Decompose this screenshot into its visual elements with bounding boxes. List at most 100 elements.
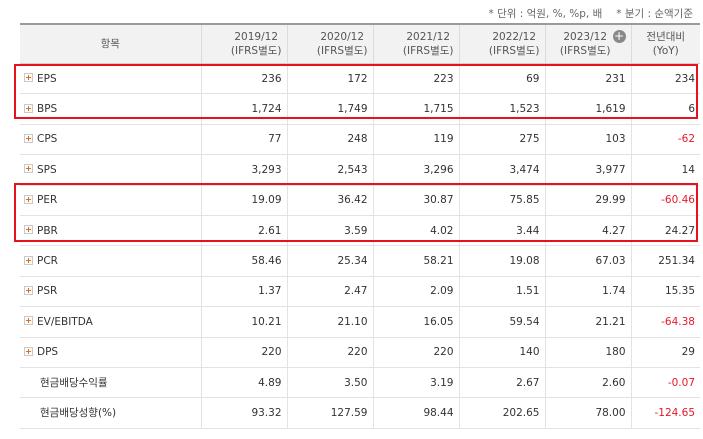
value-cell-2022: 69 (458, 63, 545, 95)
value-cell-2022: 75.85 (458, 184, 545, 216)
value-cell-2022: 202.65 (458, 397, 545, 429)
value-cell-2019: 93.32 (200, 397, 287, 429)
value-cell-2023: 21.21 (544, 306, 631, 338)
value-cell-2023: 1,619 (544, 93, 631, 125)
table-row: 현금배당수익률 4.89 3.50 3.19 2.67 2.60 -0.07 (20, 367, 700, 399)
row-label: EPS (37, 72, 57, 85)
value-cell-2021: 16.05 (372, 306, 459, 338)
value-cell-2022: 3.44 (458, 215, 545, 247)
table-notes: * 단위 : 억원, %, %p, 배 * 분기 : 순액기준 (488, 6, 693, 20)
table-row: EV/EBITDA 10.21 21.10 16.05 59.54 21.21 -64.38 (20, 306, 700, 338)
yoy-cell: -124.65 (630, 397, 700, 429)
row-label: SPS (37, 163, 57, 176)
table-row: DPS 220 220 220 140 180 29 (20, 337, 700, 368)
table-row: 현금배당성향(%) 93.32 127.59 98.44 202.65 78.00 -124… (20, 397, 700, 429)
yoy-cell: 14 (630, 154, 700, 186)
yoy-cell: -0.07 (630, 367, 700, 399)
value-cell-2019: 10.21 (200, 306, 287, 338)
value-cell-2021: 58.21 (372, 245, 459, 277)
yoy-cell: 15.35 (630, 276, 700, 308)
expand-plus-icon[interactable] (24, 73, 33, 83)
row-label-cell[interactable]: SPS (20, 154, 201, 186)
yoy-cell: -62 (630, 123, 700, 156)
expand-plus-icon[interactable] (24, 255, 33, 265)
expand-plus-icon[interactable] (24, 133, 33, 143)
value-cell-2021: 4.02 (372, 215, 459, 247)
value-cell-2020: 172 (286, 63, 373, 95)
yoy-cell: 6 (630, 93, 700, 125)
value-cell-2019: 19.09 (200, 184, 287, 216)
value-cell-2020: 3.59 (286, 215, 373, 247)
expand-plus-icon[interactable] (24, 194, 33, 204)
header-year-2019: 2019/12 (IFRS별도) (200, 23, 287, 64)
row-label-cell: 현금배당성향(%) (20, 397, 201, 429)
unit-note: * 단위 : 억원, %, %p, 배 (488, 8, 603, 20)
row-label-cell[interactable]: EPS (20, 63, 201, 95)
expand-plus-icon[interactable] (24, 346, 33, 356)
value-cell-2023: 180 (544, 337, 631, 368)
value-cell-2019: 1.37 (200, 276, 287, 308)
expand-plus-icon[interactable] (24, 225, 33, 235)
value-cell-2019: 236 (200, 63, 287, 95)
row-label-cell[interactable]: PCR (20, 245, 201, 277)
value-cell-2019: 1,724 (200, 93, 287, 125)
table-row: PBR 2.61 3.59 4.02 3.44 4.27 24.27 (20, 215, 700, 247)
value-cell-2022: 3,474 (458, 154, 545, 186)
value-cell-2019: 2.61 (200, 215, 287, 247)
value-cell-2023: 29.99 (544, 184, 631, 216)
row-label: PER (37, 194, 58, 207)
header-year-2023: 2023/12 (IFRS별도) + (544, 23, 631, 64)
value-cell-2022: 59.54 (458, 306, 545, 338)
row-label: PSR (37, 285, 58, 298)
row-label: 현금배당수익률 (40, 377, 108, 390)
row-label: CPS (37, 133, 58, 146)
value-cell-2023: 231 (544, 63, 631, 95)
table-row: PER 19.09 36.42 30.87 75.85 29.99 -60.46 (20, 184, 700, 216)
row-label-cell[interactable]: PER (20, 184, 201, 216)
row-label-cell[interactable]: PBR (20, 215, 201, 247)
expand-plus-icon[interactable] (24, 164, 33, 174)
value-cell-2020: 2.47 (286, 276, 373, 308)
header-year-2021: 2021/12 (IFRS별도) (372, 23, 459, 64)
table-row: BPS 1,724 1,749 1,715 1,523 1,619 6 (20, 93, 700, 125)
table-header-row: 항목 2019/12 (IFRS별도) 2020/12 (IFRS별도) 2021/… (20, 23, 700, 64)
row-label-cell[interactable]: EV/EBITDA (20, 306, 201, 338)
row-label-cell[interactable]: BPS (20, 93, 201, 125)
row-label: BPS (37, 103, 58, 116)
value-cell-2023: 2.60 (544, 367, 631, 399)
value-cell-2019: 3,293 (200, 154, 287, 186)
value-cell-2020: 2,543 (286, 154, 373, 186)
table-row: SPS 3,293 2,543 3,296 3,474 3,977 14 (20, 154, 700, 186)
expand-plus-icon[interactable] (24, 316, 33, 326)
expand-plus-icon[interactable] (24, 285, 33, 295)
value-cell-2022: 275 (458, 123, 545, 156)
value-cell-2022: 1,523 (458, 93, 545, 125)
value-cell-2020: 25.34 (286, 245, 373, 277)
value-cell-2020: 248 (286, 123, 373, 156)
value-cell-2019: 4.89 (200, 367, 287, 399)
value-cell-2020: 36.42 (286, 184, 373, 216)
table-row: CPS 77 248 119 275 103 -62 (20, 123, 700, 156)
yoy-cell: -64.38 (630, 306, 700, 338)
row-label-cell: 현금배당수익률 (20, 367, 201, 399)
row-label-cell[interactable]: CPS (20, 123, 201, 156)
value-cell-2023: 78.00 (544, 397, 631, 429)
header-year-2022: 2022/12 (IFRS별도) (458, 23, 545, 64)
expand-plus-icon[interactable] (24, 103, 33, 113)
row-label: PCR (37, 255, 58, 268)
yoy-cell: 24.27 (630, 215, 700, 247)
header-year-2020: 2020/12 (IFRS별도) (286, 23, 373, 64)
table-row: PSR 1.37 2.47 2.09 1.51 1.74 15.35 (20, 276, 700, 308)
value-cell-2021: 2.09 (372, 276, 459, 308)
yoy-cell: 29 (630, 337, 700, 368)
value-cell-2020: 3.50 (286, 367, 373, 399)
value-cell-2020: 127.59 (286, 397, 373, 429)
value-cell-2021: 3.19 (372, 367, 459, 399)
row-label-cell[interactable]: PSR (20, 276, 201, 308)
expand-columns-plus-icon[interactable]: + (612, 30, 626, 43)
row-label: PBR (37, 224, 58, 237)
value-cell-2020: 21.10 (286, 306, 373, 338)
row-label-cell[interactable]: DPS (20, 337, 201, 368)
value-cell-2019: 58.46 (200, 245, 287, 277)
yoy-cell: 251.34 (630, 245, 700, 277)
